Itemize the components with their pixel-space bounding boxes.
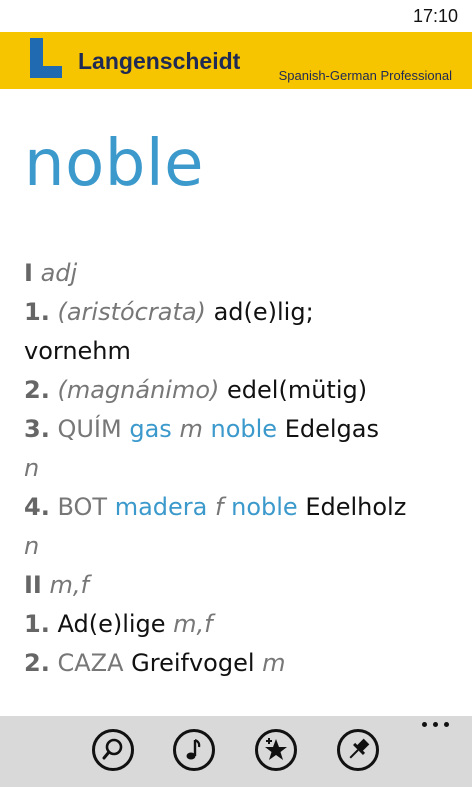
sense-number: 3. [24, 415, 50, 443]
section-number: II [24, 571, 42, 599]
domain-label: QUÍM [57, 415, 122, 443]
grammar-label: n [24, 532, 40, 560]
sense-4-continued: n [24, 527, 464, 566]
grammar-label: f [215, 493, 224, 521]
status-bar: 17:10 [0, 0, 472, 32]
application-bar [0, 716, 472, 787]
sense-ii-2: 2. CAZA Greifvogel m [24, 644, 464, 683]
app-header: Langenscheidt Spanish-German Professiona… [0, 32, 472, 89]
translation: vornehm [24, 337, 131, 365]
sense-number: 1. [24, 610, 50, 638]
sense-note: (magnánimo) [57, 376, 220, 404]
dictionary-entry: I adj 1. (aristócrata) ad(e)lig; vornehm… [24, 254, 464, 683]
sense-number: 1. [24, 298, 50, 326]
dictionary-edition: Spanish-German Professional [278, 68, 452, 83]
sense-number: 2. [24, 649, 50, 677]
grammar-label: m,f [49, 571, 89, 599]
grammar-label: adj [40, 259, 78, 287]
search-button[interactable] [92, 729, 134, 771]
status-time: 17:10 [412, 6, 458, 26]
grammar-label: m [179, 415, 203, 443]
entry-section-1: I adj [24, 254, 464, 293]
search-icon [102, 738, 123, 760]
pin-button[interactable] [337, 729, 379, 771]
grammar-label: m,f [173, 610, 213, 638]
sense-4: 4. BOT madera f noble Edelholz [24, 488, 464, 527]
sense-3: 3. QUÍM gas m noble Edelgas [24, 410, 464, 449]
sense-ii-1: 1. Ad(e)lige m,f [24, 605, 464, 644]
entry-section-2: II m,f [24, 566, 464, 605]
translation: Greifvogel [131, 649, 255, 677]
sense-2: 2. (magnánimo) edel(mütig) [24, 371, 464, 410]
cross-reference-link[interactable]: noble [210, 415, 277, 443]
headword: noble [24, 127, 204, 201]
translation: Ad(e)lige [57, 610, 166, 638]
more-options-icon[interactable] [422, 722, 452, 732]
music-note-icon [186, 738, 201, 760]
translation: Edelholz [305, 493, 407, 521]
section-number: I [24, 259, 33, 287]
domain-label: BOT [57, 493, 108, 521]
sense-1-continued: vornehm [24, 332, 464, 371]
add-favorite-icon [265, 738, 287, 760]
cross-reference-link[interactable]: madera [115, 493, 208, 521]
grammar-label: n [24, 454, 40, 482]
pin-icon [349, 738, 370, 759]
sense-number: 2. [24, 376, 50, 404]
grammar-label: m [262, 649, 286, 677]
translation: Edelgas [284, 415, 379, 443]
translation: edel(mütig) [227, 376, 368, 404]
brand-name: Langenscheidt [78, 48, 241, 74]
cross-reference-link[interactable]: noble [231, 493, 298, 521]
pronunciation-button[interactable] [173, 729, 215, 771]
translation: ad(e)lig; [213, 298, 314, 326]
langenscheidt-logo-icon [30, 38, 62, 78]
sense-3-continued: n [24, 449, 464, 488]
sense-note: (aristócrata) [57, 298, 206, 326]
domain-label: CAZA [57, 649, 124, 677]
sense-number: 4. [24, 493, 50, 521]
add-favorite-button[interactable] [255, 729, 297, 771]
sense-1: 1. (aristócrata) ad(e)lig; [24, 293, 464, 332]
cross-reference-link[interactable]: gas [129, 415, 171, 443]
